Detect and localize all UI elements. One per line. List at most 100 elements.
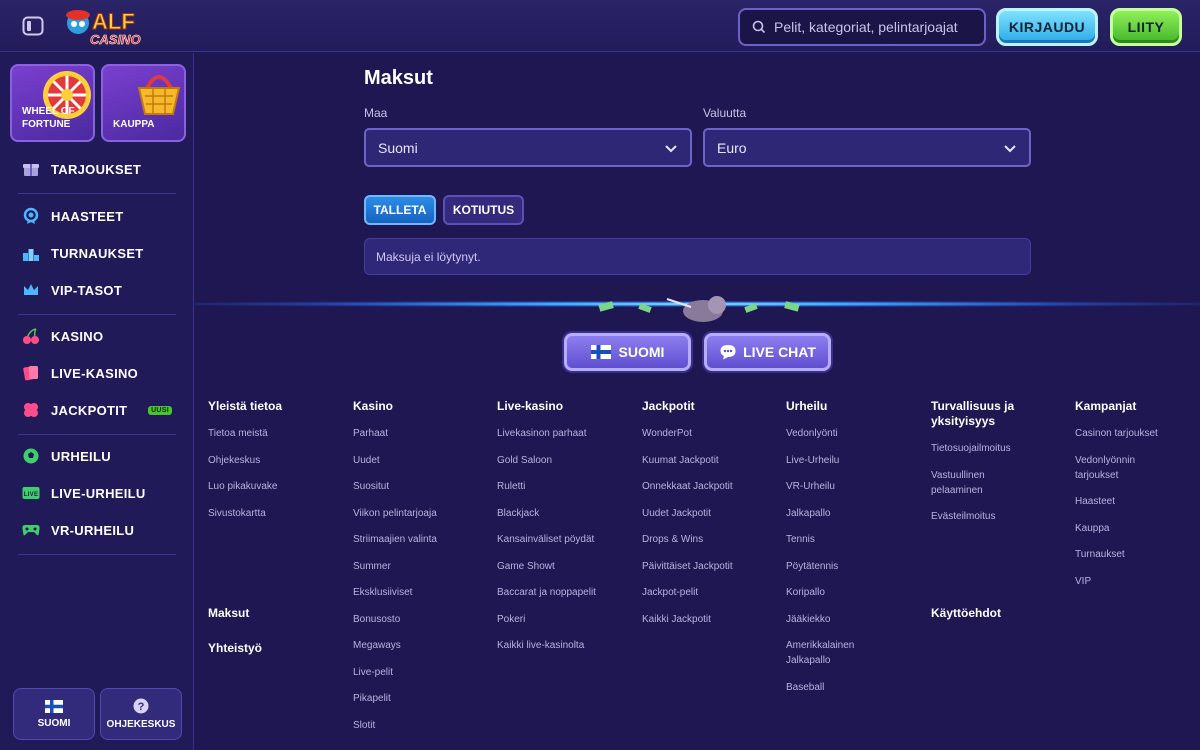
sidebar-item-label: LIVE-URHEILU: [51, 485, 146, 501]
sidebar-item-urheilu[interactable]: URHEILU: [20, 447, 180, 465]
footer-link[interactable]: Uudet: [353, 453, 488, 468]
footer-link[interactable]: Striimaajien valinta: [353, 532, 488, 547]
sidebar-item-vip-tasot[interactable]: VIP-TASOT: [20, 281, 180, 299]
footer-link[interactable]: Tennis: [786, 532, 896, 547]
search-input[interactable]: Pelit, kategoriat, pelintarjoajat: [738, 8, 986, 46]
footer-link[interactable]: Tietoa meistä: [208, 426, 343, 441]
help-center-button[interactable]: ? OHJEKESKUS: [100, 688, 182, 740]
footer-link[interactable]: Bonusosto: [353, 612, 488, 627]
column-title: Yleistä tietoa: [208, 399, 283, 413]
footer-link[interactable]: Gold Saloon: [497, 453, 632, 468]
footer-link[interactable]: Live-pelit: [353, 665, 488, 680]
footer-link[interactable]: Eksklusiiviset: [353, 585, 488, 600]
sidebar-item-live-kasino[interactable]: LIVE-KASINO: [20, 364, 180, 382]
footer-link[interactable]: Vedonlyönnin tarjoukset: [1075, 453, 1155, 483]
footer-link[interactable]: WonderPot: [642, 426, 777, 441]
footer-link[interactable]: Game Showt: [497, 559, 632, 574]
footer-link[interactable]: Pikapelit: [353, 691, 488, 706]
footer-link[interactable]: Pokeri: [497, 612, 632, 627]
currency-select[interactable]: Euro: [703, 128, 1031, 167]
footer-link[interactable]: Pöytätennis: [786, 559, 896, 574]
sidebar-item-live-urheilu[interactable]: LIVE LIVE-URHEILU: [20, 484, 180, 502]
footer-link[interactable]: Uudet Jackpotit: [642, 506, 777, 521]
column-title: Jackpotit: [642, 399, 695, 413]
footer-link[interactable]: Evästeilmoitus: [931, 509, 1041, 524]
footer-link[interactable]: Tietosuojailmoitus: [931, 441, 1041, 456]
footer-link[interactable]: Suositut: [353, 479, 488, 494]
sidebar-toggle-icon[interactable]: [22, 15, 44, 37]
gift-icon: [20, 160, 42, 178]
footer-link[interactable]: Viikon pelintarjoaja: [353, 506, 488, 521]
footer-link[interactable]: Ohjekeskus: [208, 453, 343, 468]
sidebar-item-turnaukset[interactable]: TURNAUKSET: [20, 244, 180, 262]
tab-withdraw[interactable]: KOTIUTUS: [443, 195, 524, 225]
search-placeholder: Pelit, kategoriat, pelintarjoajat: [774, 19, 958, 35]
wheel-of-fortune-tile[interactable]: WHEEL OF FORTUNE: [10, 64, 95, 142]
country-select[interactable]: Suomi: [364, 128, 692, 167]
sidebar-item-label: VIP-TASOT: [51, 282, 123, 298]
footer-link[interactable]: Jackpot-pelit: [642, 585, 777, 600]
footer-column-live-casino: Live-kasino Livekasinon parhaat Gold Sal…: [497, 399, 632, 665]
footer-link[interactable]: VR-Urheilu: [786, 479, 896, 494]
currency-label: Valuutta: [703, 106, 747, 120]
footer-link-maksut[interactable]: Maksut: [208, 606, 249, 620]
footer-link[interactable]: Livekasinon parhaat: [497, 426, 632, 441]
sidebar-item-jackpotit[interactable]: JACKPOTIT UUSI: [20, 401, 180, 419]
footer-link[interactable]: Kauppa: [1075, 521, 1175, 536]
footer-link-yhteistyo[interactable]: Yhteistyö: [208, 641, 262, 655]
column-title: Turvallisuus ja yksityisyys: [931, 399, 1015, 428]
footer-link[interactable]: Jääkiekko: [786, 612, 896, 627]
footer-link[interactable]: Baccarat ja noppapelit: [497, 585, 632, 600]
footer-link[interactable]: Parhaat: [353, 426, 488, 441]
footer-link-terms[interactable]: Käyttöehdot: [931, 606, 1001, 620]
footer-link[interactable]: Baseball: [786, 680, 896, 695]
login-button[interactable]: KIRJAUDU: [996, 8, 1098, 46]
new-badge: UUSI: [148, 405, 172, 415]
search-icon: [752, 20, 766, 34]
footer-link[interactable]: Ruletti: [497, 479, 632, 494]
footer-language-button[interactable]: SUOMI: [564, 333, 691, 371]
footer-link[interactable]: Megaways: [353, 638, 488, 653]
alf-casino-logo[interactable]: ALF CASINO: [64, 5, 146, 49]
sidebar-item-kasino[interactable]: KASINO: [20, 327, 180, 345]
country-label: Maa: [364, 106, 388, 120]
join-button[interactable]: LIITY: [1110, 8, 1182, 46]
live-chat-button[interactable]: LIVE CHAT: [704, 333, 831, 371]
footer-column-general: Yleistä tietoa Tietoa meistä Ohjekeskus …: [208, 399, 343, 532]
footer-link[interactable]: Vedonlyönti: [786, 426, 896, 441]
footer-link[interactable]: Casinon tarjoukset: [1075, 426, 1175, 441]
sidebar-item-tarjoukset[interactable]: TARJOUKSET: [20, 160, 180, 178]
footer-link[interactable]: Summer: [353, 559, 488, 574]
sidebar-item-haasteet[interactable]: HAASTEET: [20, 207, 180, 225]
footer-link[interactable]: Päivittäiset Jackpotit: [642, 559, 777, 574]
kauppa-tile[interactable]: KAUPPA: [101, 64, 186, 142]
footer-link[interactable]: Vastuullinen pelaaminen: [931, 468, 1001, 498]
footer-link[interactable]: Jalkapallo: [786, 506, 896, 521]
footer-link[interactable]: Koripallo: [786, 585, 896, 600]
footer-link[interactable]: Sivustokartta: [208, 506, 343, 521]
footer-link[interactable]: VIP: [1075, 574, 1175, 589]
footer-link[interactable]: Blackjack: [497, 506, 632, 521]
live-chat-label: LIVE CHAT: [743, 344, 816, 360]
currency-value: Euro: [717, 139, 747, 156]
footer-link[interactable]: Haasteet: [1075, 494, 1175, 509]
footer-link[interactable]: Slotit: [353, 718, 488, 733]
footer-link[interactable]: Kaikki Jackpotit: [642, 612, 777, 627]
footer-link[interactable]: Live-Urheilu: [786, 453, 896, 468]
footer-link[interactable]: Onnekkaat Jackpotit: [642, 479, 777, 494]
tab-deposit[interactable]: TALLETA: [364, 195, 436, 225]
footer-link[interactable]: Drops & Wins: [642, 532, 777, 547]
footer-link[interactable]: Turnaukset: [1075, 547, 1175, 562]
divider: [18, 314, 176, 315]
footer-link[interactable]: Kaikki live-kasinolta: [497, 638, 632, 653]
footer-column-sports: Urheilu Vedonlyönti Live-Urheilu VR-Urhe…: [786, 399, 896, 706]
footer-link[interactable]: Amerikkalainen Jalkapallo: [786, 638, 866, 668]
footer-link[interactable]: Kansainväliset pöydät: [497, 532, 632, 547]
language-button[interactable]: SUOMI: [13, 688, 95, 740]
question-icon: ?: [133, 698, 149, 714]
footer-link[interactable]: Luo pikakuvake: [208, 479, 343, 494]
footer-link[interactable]: Kuumat Jackpotit: [642, 453, 777, 468]
column-title: Kasino: [353, 399, 394, 413]
column-title: Kampanjat: [1075, 399, 1137, 413]
sidebar-item-vr-urheilu[interactable]: VR-URHEILU: [20, 521, 180, 539]
